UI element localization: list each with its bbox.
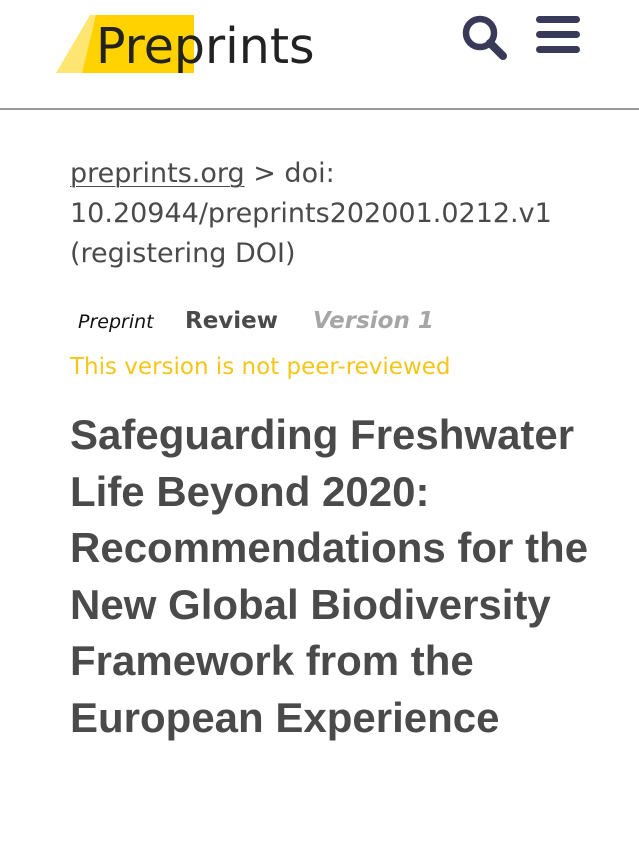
article-title: Safeguarding Freshwater Life Beyond 2020… bbox=[70, 411, 589, 741]
search-button[interactable] bbox=[459, 12, 509, 62]
search-icon bbox=[462, 15, 507, 60]
preprints-logo[interactable]: Preprints bbox=[56, 11, 366, 83]
tab-review[interactable]: Review bbox=[185, 308, 278, 334]
breadcrumb-status: (registering DOI) bbox=[70, 238, 296, 269]
hamburger-menu-icon bbox=[536, 16, 580, 53]
tab-preprint[interactable]: Preprint bbox=[78, 311, 154, 333]
breadcrumb: preprints.org > doi: 10.20944/preprints2… bbox=[70, 154, 590, 274]
site-header: Preprints bbox=[0, 0, 639, 110]
logo-text-suffix: prints bbox=[173, 18, 315, 75]
breadcrumb-site-link[interactable]: preprints.org bbox=[70, 158, 245, 189]
menu-button[interactable] bbox=[534, 14, 582, 56]
logo-text-prefix: Pre bbox=[96, 18, 174, 75]
tab-version[interactable]: Version 1 bbox=[313, 308, 434, 334]
breadcrumb-separator: > doi: bbox=[244, 158, 335, 189]
logo-text: Preprints bbox=[96, 17, 315, 77]
breadcrumb-doi: 10.20944/preprints202001.0212.v1 bbox=[70, 198, 552, 229]
peer-review-notice: This version is not peer-reviewed bbox=[70, 354, 451, 380]
